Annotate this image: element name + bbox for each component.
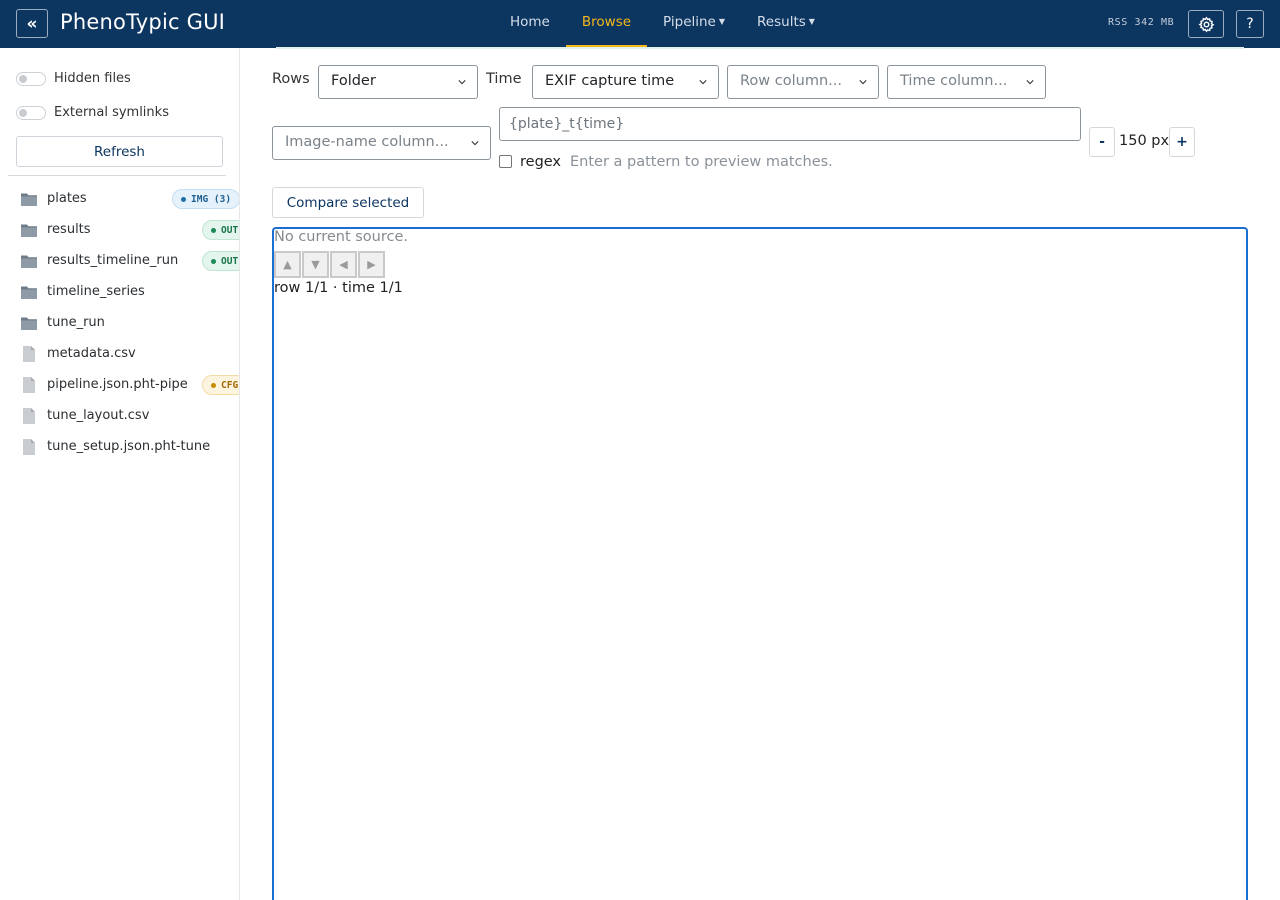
hidden-files-label: Hidden files [54, 71, 131, 86]
caret-down-icon: ▼ [718, 17, 726, 26]
file-name: metadata.csv [47, 346, 136, 361]
file-name: pipeline.json.pht-pipe [47, 377, 188, 392]
dot-icon [211, 258, 216, 264]
type-badge: OUT [202, 220, 239, 240]
file-list: plates IMG (3) results OUT results_timeline_… [0, 183, 239, 462]
regex-label: regex [520, 154, 562, 170]
time-select[interactable]: EXIF capture time [532, 65, 719, 99]
folder-item[interactable]: plates IMG (3) [0, 183, 239, 214]
viewer-arrow-controls: ▲ ▼ ◀ ▶ [274, 251, 386, 278]
triangle-up-icon: ▲ [283, 258, 292, 271]
folder-icon [20, 314, 38, 332]
file-name: results_timeline_run [47, 253, 179, 268]
thumbnail-size-value: 150 px [1119, 133, 1170, 149]
viewer-position: row 1/1 · time 1/1 [274, 280, 403, 296]
file-name: results [47, 222, 91, 237]
nav-pipeline[interactable]: Pipeline ▼ [647, 0, 741, 48]
file-name: tune_run [47, 315, 105, 330]
help-button[interactable]: ? [1236, 10, 1264, 38]
collapse-sidebar-button[interactable]: « [16, 9, 48, 38]
folder-item[interactable]: timeline_series [0, 276, 239, 307]
badge-label: OUT [221, 255, 239, 267]
folder-icon [20, 283, 38, 301]
chevron-down-icon [1026, 80, 1034, 85]
top-strip [276, 47, 1244, 49]
file-icon [20, 376, 38, 394]
regex-hint: Enter a pattern to preview matches. [570, 154, 833, 170]
badge-label: CFG [221, 379, 239, 391]
type-badge: OUT [202, 251, 239, 271]
viewer-status: No current source. [274, 229, 409, 245]
regex-checkbox[interactable] [499, 155, 512, 168]
dot-icon [211, 382, 216, 388]
dot-icon [181, 196, 186, 202]
file-browser-sidebar: Hidden files External symlinks Refresh p… [0, 48, 240, 900]
badge-label: OUT [221, 224, 239, 236]
hidden-files-toggle[interactable] [16, 71, 46, 86]
file-name: timeline_series [47, 284, 145, 299]
type-badge: IMG (3) [172, 189, 239, 209]
image-viewer: No current source. ▲ ▼ ◀ ▶ row 1/1 · tim… [272, 227, 1248, 900]
folder-item[interactable]: results OUT [0, 214, 239, 245]
right-arrow-button[interactable]: ▶ [358, 251, 385, 278]
chevron-down-icon [458, 80, 466, 85]
folder-icon [20, 252, 38, 270]
file-icon [20, 345, 38, 363]
external-symlinks-toggle[interactable] [16, 105, 46, 120]
chevron-down-icon [471, 141, 479, 146]
down-arrow-button[interactable]: ▼ [302, 251, 329, 278]
main-nav: Home Browse Pipeline ▼ Results ▼ [494, 0, 831, 48]
decrease-size-button[interactable]: - [1089, 127, 1115, 157]
refresh-button[interactable]: Refresh [16, 136, 223, 167]
double-chevron-left-icon: « [26, 13, 38, 34]
file-name: tune_setup.json.pht-tune [47, 439, 211, 454]
row-column-select[interactable]: Row column... [727, 65, 879, 99]
compare-selected-button[interactable]: Compare selected [272, 187, 424, 218]
top-navbar: « PhenoTypic GUI Home Browse Pipeline ▼ R… [0, 0, 1280, 48]
time-column-select[interactable]: Time column... [887, 65, 1046, 99]
image-name-column-select[interactable]: Image-name column... [272, 126, 491, 160]
file-name: tune_layout.csv [47, 408, 150, 423]
question-icon: ? [1246, 16, 1254, 32]
folder-item[interactable]: results_timeline_run OUT [0, 245, 239, 276]
badge-label: IMG (3) [191, 193, 232, 205]
file-icon [20, 407, 38, 425]
increase-size-button[interactable]: + [1169, 127, 1195, 157]
folder-item[interactable]: tune_run [0, 307, 239, 338]
memory-usage: RSS 342 MB [1108, 17, 1175, 28]
sidebar-divider [8, 175, 226, 176]
hidden-files-toggle-row: Hidden files [16, 71, 131, 86]
up-arrow-button[interactable]: ▲ [274, 251, 301, 278]
dot-icon [211, 227, 216, 233]
pattern-input[interactable]: {plate}_t{time} [499, 107, 1081, 141]
folder-icon [20, 190, 38, 208]
chevron-down-icon [699, 80, 707, 85]
file-item[interactable]: tune_setup.json.pht-tune [0, 431, 239, 462]
type-badge: CFG [202, 375, 239, 395]
file-item[interactable]: metadata.csv [0, 338, 239, 369]
nav-home[interactable]: Home [494, 0, 566, 48]
app-title: PhenoTypic GUI [60, 10, 226, 34]
external-symlinks-toggle-row: External symlinks [16, 105, 169, 120]
left-arrow-button[interactable]: ◀ [330, 251, 357, 278]
file-name: plates [47, 191, 87, 206]
file-item[interactable]: pipeline.json.pht-pipe CFG [0, 369, 239, 400]
rows-label: Rows [272, 71, 310, 87]
chevron-down-icon [859, 80, 867, 85]
nav-browse[interactable]: Browse [565, 0, 648, 48]
file-item[interactable]: tune_layout.csv [0, 400, 239, 431]
caret-down-icon: ▼ [808, 17, 815, 26]
settings-button[interactable] [1188, 10, 1224, 38]
folder-icon [20, 221, 38, 239]
triangle-left-icon: ◀ [339, 258, 348, 271]
external-symlinks-label: External symlinks [54, 105, 169, 120]
triangle-down-icon: ▼ [311, 258, 320, 271]
rows-select[interactable]: Folder [318, 65, 478, 99]
gear-icon [1197, 16, 1214, 32]
time-label: Time [486, 71, 522, 87]
nav-results[interactable]: Results ▼ [741, 0, 831, 48]
file-icon [20, 438, 38, 456]
triangle-right-icon: ▶ [367, 258, 376, 271]
